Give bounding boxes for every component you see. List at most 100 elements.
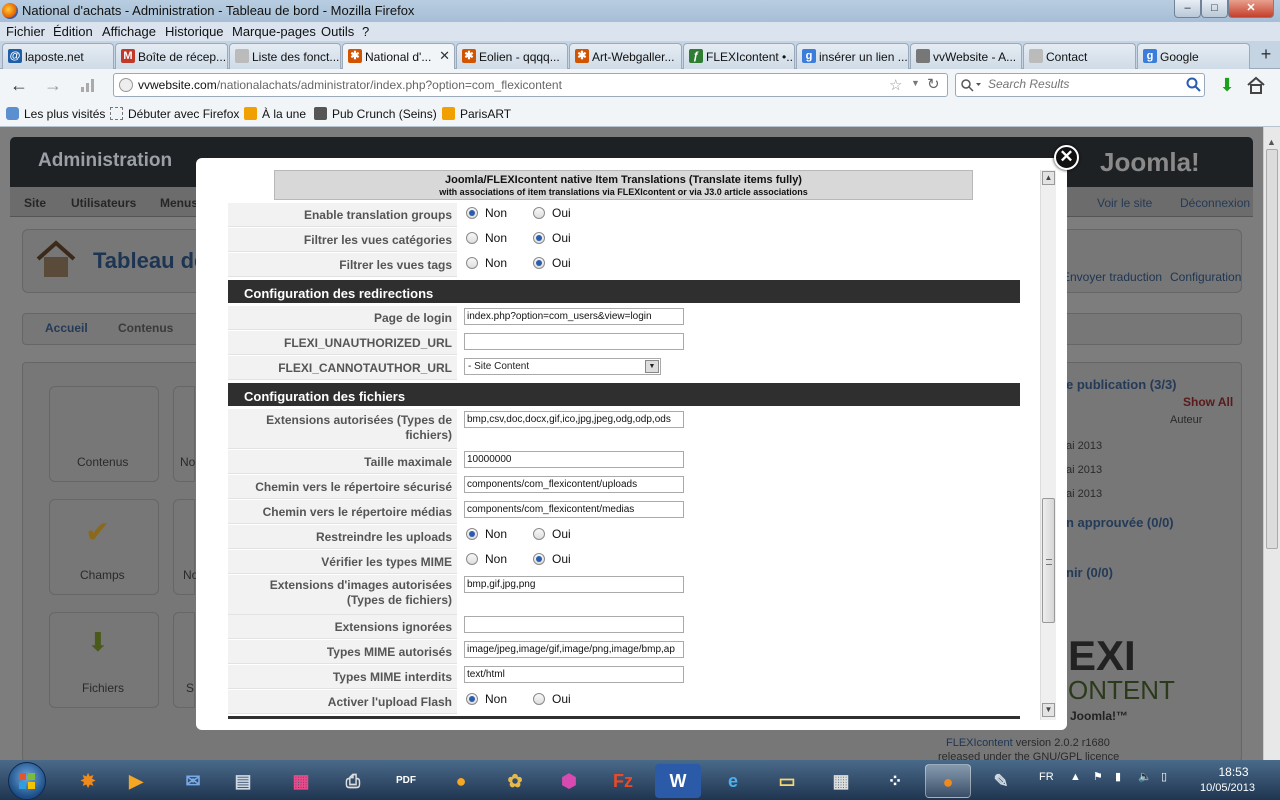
media-player-icon[interactable]: ▶ <box>113 764 159 798</box>
unauthorized-url-input[interactable] <box>464 333 684 350</box>
scroll-up-icon[interactable]: ▲ <box>1042 171 1055 185</box>
start-button[interactable] <box>8 762 46 800</box>
calculator-icon[interactable]: ▦ <box>818 764 864 798</box>
extensions-ignorees-input[interactable] <box>464 616 684 633</box>
site-identity-icon[interactable] <box>119 78 133 92</box>
language-indicator[interactable]: FR <box>1039 771 1054 783</box>
minimize-button[interactable]: – <box>1174 0 1201 18</box>
show-all-link[interactable]: Show All <box>1183 395 1233 409</box>
mime-autorises-input[interactable] <box>464 641 684 658</box>
search-icon[interactable] <box>1186 77 1202 93</box>
url-dropdown-icon[interactable]: ▼ <box>911 78 920 88</box>
tab-contenus[interactable]: Contenus <box>118 321 173 335</box>
paint-icon[interactable]: ✿ <box>492 764 538 798</box>
configuration-button[interactable]: Configuration <box>1170 270 1241 284</box>
bookmark-a-la-une[interactable]: À la une <box>244 107 306 121</box>
download-icon[interactable]: ⬇ <box>1217 75 1237 95</box>
menu-help[interactable]: ? <box>362 24 369 39</box>
deconnexion-link[interactable]: Déconnexion <box>1180 196 1250 210</box>
radio-filtrer-tags-non[interactable] <box>466 257 478 269</box>
cannotauthor-url-select[interactable]: - Site Content ▼ <box>464 358 661 375</box>
menu-outils[interactable]: Outils <box>321 24 354 39</box>
scroll-up-icon[interactable]: ▲ <box>1267 137 1276 147</box>
radio-translation-groups-non[interactable] <box>466 207 478 219</box>
search-bar[interactable] <box>955 73 1205 97</box>
flexicontent-link[interactable]: FLEXIcontent <box>946 737 1013 749</box>
radio-filtrer-tags-oui[interactable] <box>533 257 545 269</box>
bookmark-pub-crunch[interactable]: Pub Crunch (Seins) <box>314 107 437 121</box>
menu-historique[interactable]: Historique <box>165 24 224 39</box>
modal-scrollbar[interactable]: ▲ ▼ <box>1040 170 1056 720</box>
radio-verifier-mime-non[interactable] <box>466 553 478 565</box>
extensions-images-input[interactable] <box>464 576 684 593</box>
app-icon-5[interactable]: ▦ <box>278 764 324 798</box>
menu-utilisateurs[interactable]: Utilisateurs <box>71 196 136 210</box>
printer-icon[interactable]: ⎙ <box>330 764 376 798</box>
tray-expand-icon[interactable]: ▲ <box>1070 771 1081 783</box>
tab-flexicontent[interactable]: ƒ FLEXIcontent •... <box>683 43 795 69</box>
menu-affichage[interactable]: Affichage <box>102 24 156 39</box>
tab-vvwebsite[interactable]: vvWebsite - A... <box>910 43 1022 69</box>
battery-icon[interactable]: ▯ <box>1161 770 1167 783</box>
flag-icon[interactable]: ⚑ <box>1093 770 1103 783</box>
forward-button[interactable]: → <box>42 74 64 98</box>
tab-google[interactable]: g Google <box>1137 43 1250 69</box>
scroll-down-icon[interactable]: ▼ <box>1042 703 1055 717</box>
close-window-button[interactable]: ✕ <box>1228 0 1274 18</box>
taille-maximale-input[interactable] <box>464 451 684 468</box>
tab-contact[interactable]: Contact <box>1023 43 1136 69</box>
mail-icon[interactable]: ✉ <box>170 764 216 798</box>
chevron-down-icon[interactable]: ▼ <box>645 360 659 373</box>
voir-le-site-link[interactable]: Voir le site <box>1097 196 1152 210</box>
page-login-input[interactable] <box>464 308 684 325</box>
url-bar[interactable]: vvwebsite.com/nationalachats/administrat… <box>113 73 948 97</box>
bookmark-debuter[interactable]: Débuter avec Firefox <box>110 107 239 121</box>
ie-icon[interactable]: e <box>710 764 756 798</box>
app-icon-4[interactable]: ▤ <box>220 764 266 798</box>
pdf-icon[interactable]: PDF <box>383 764 429 798</box>
page-scrollbar[interactable]: ▲ <box>1263 127 1280 760</box>
extensions-autorisees-input[interactable] <box>464 411 684 428</box>
maximize-button[interactable]: □ <box>1201 0 1228 18</box>
tab-laposte[interactable]: @ laposte.net <box>2 43 114 69</box>
tab-accueil[interactable]: Accueil <box>45 321 88 335</box>
tab-gmail[interactable]: M Boîte de récep... <box>115 43 228 69</box>
radio-upload-flash-oui[interactable] <box>533 693 545 705</box>
filezilla-icon[interactable]: Fz <box>600 764 646 798</box>
home-icon[interactable] <box>1245 75 1267 95</box>
clock-date[interactable]: 10/05/2013 <box>1195 782 1260 794</box>
radio-upload-flash-non[interactable] <box>466 693 478 705</box>
menu-edition[interactable]: Édition <box>53 24 93 39</box>
app-icon-1[interactable]: ✸ <box>65 764 111 798</box>
clock-time[interactable]: 18:53 <box>1211 765 1256 779</box>
word-icon[interactable]: W <box>655 764 701 798</box>
blackberry-icon[interactable]: ⁘ <box>872 764 918 798</box>
envoyer-traduction-button[interactable]: Envoyer traduction <box>1062 270 1162 284</box>
app-icon-8[interactable]: ● <box>438 764 484 798</box>
radio-filtrer-categories-oui[interactable] <box>533 232 545 244</box>
repertoire-medias-input[interactable] <box>464 501 684 518</box>
radio-restreindre-oui[interactable] <box>533 528 545 540</box>
tab-artweb[interactable]: ✱ Art-Webgaller... <box>569 43 682 69</box>
network-icon[interactable]: ▮ <box>1115 770 1121 783</box>
scroll-thumb[interactable] <box>1042 498 1055 623</box>
menu-site[interactable]: Site <box>24 196 46 210</box>
new-tab-button[interactable]: + <box>1255 44 1277 66</box>
radio-verifier-mime-oui[interactable] <box>533 553 545 565</box>
search-input[interactable] <box>988 77 1188 91</box>
app-icon-10[interactable]: ⬢ <box>546 764 592 798</box>
menu-marque-pages[interactable]: Marque-pages <box>232 24 316 39</box>
folder-icon[interactable]: ▭ <box>764 764 810 798</box>
close-modal-button[interactable]: ✕ <box>1054 145 1079 170</box>
tab-inserer[interactable]: g insérer un lien ... <box>796 43 909 69</box>
radio-translation-groups-oui[interactable] <box>533 207 545 219</box>
search-engine-icon[interactable] <box>960 78 981 92</box>
bookmark-parisart[interactable]: ParisART <box>442 107 511 121</box>
bookmark-plus-visites[interactable]: Les plus visités <box>6 107 105 121</box>
radio-filtrer-categories-non[interactable] <box>466 232 478 244</box>
tab-national[interactable]: ✱ National d'... ✕ <box>342 43 455 70</box>
volume-icon[interactable]: 🔈 <box>1138 770 1152 783</box>
firefox-taskbar-icon[interactable]: ● <box>925 764 971 798</box>
radio-restreindre-non[interactable] <box>466 528 478 540</box>
tab-eolien[interactable]: ✱ Eolien - qqqq... <box>456 43 568 69</box>
